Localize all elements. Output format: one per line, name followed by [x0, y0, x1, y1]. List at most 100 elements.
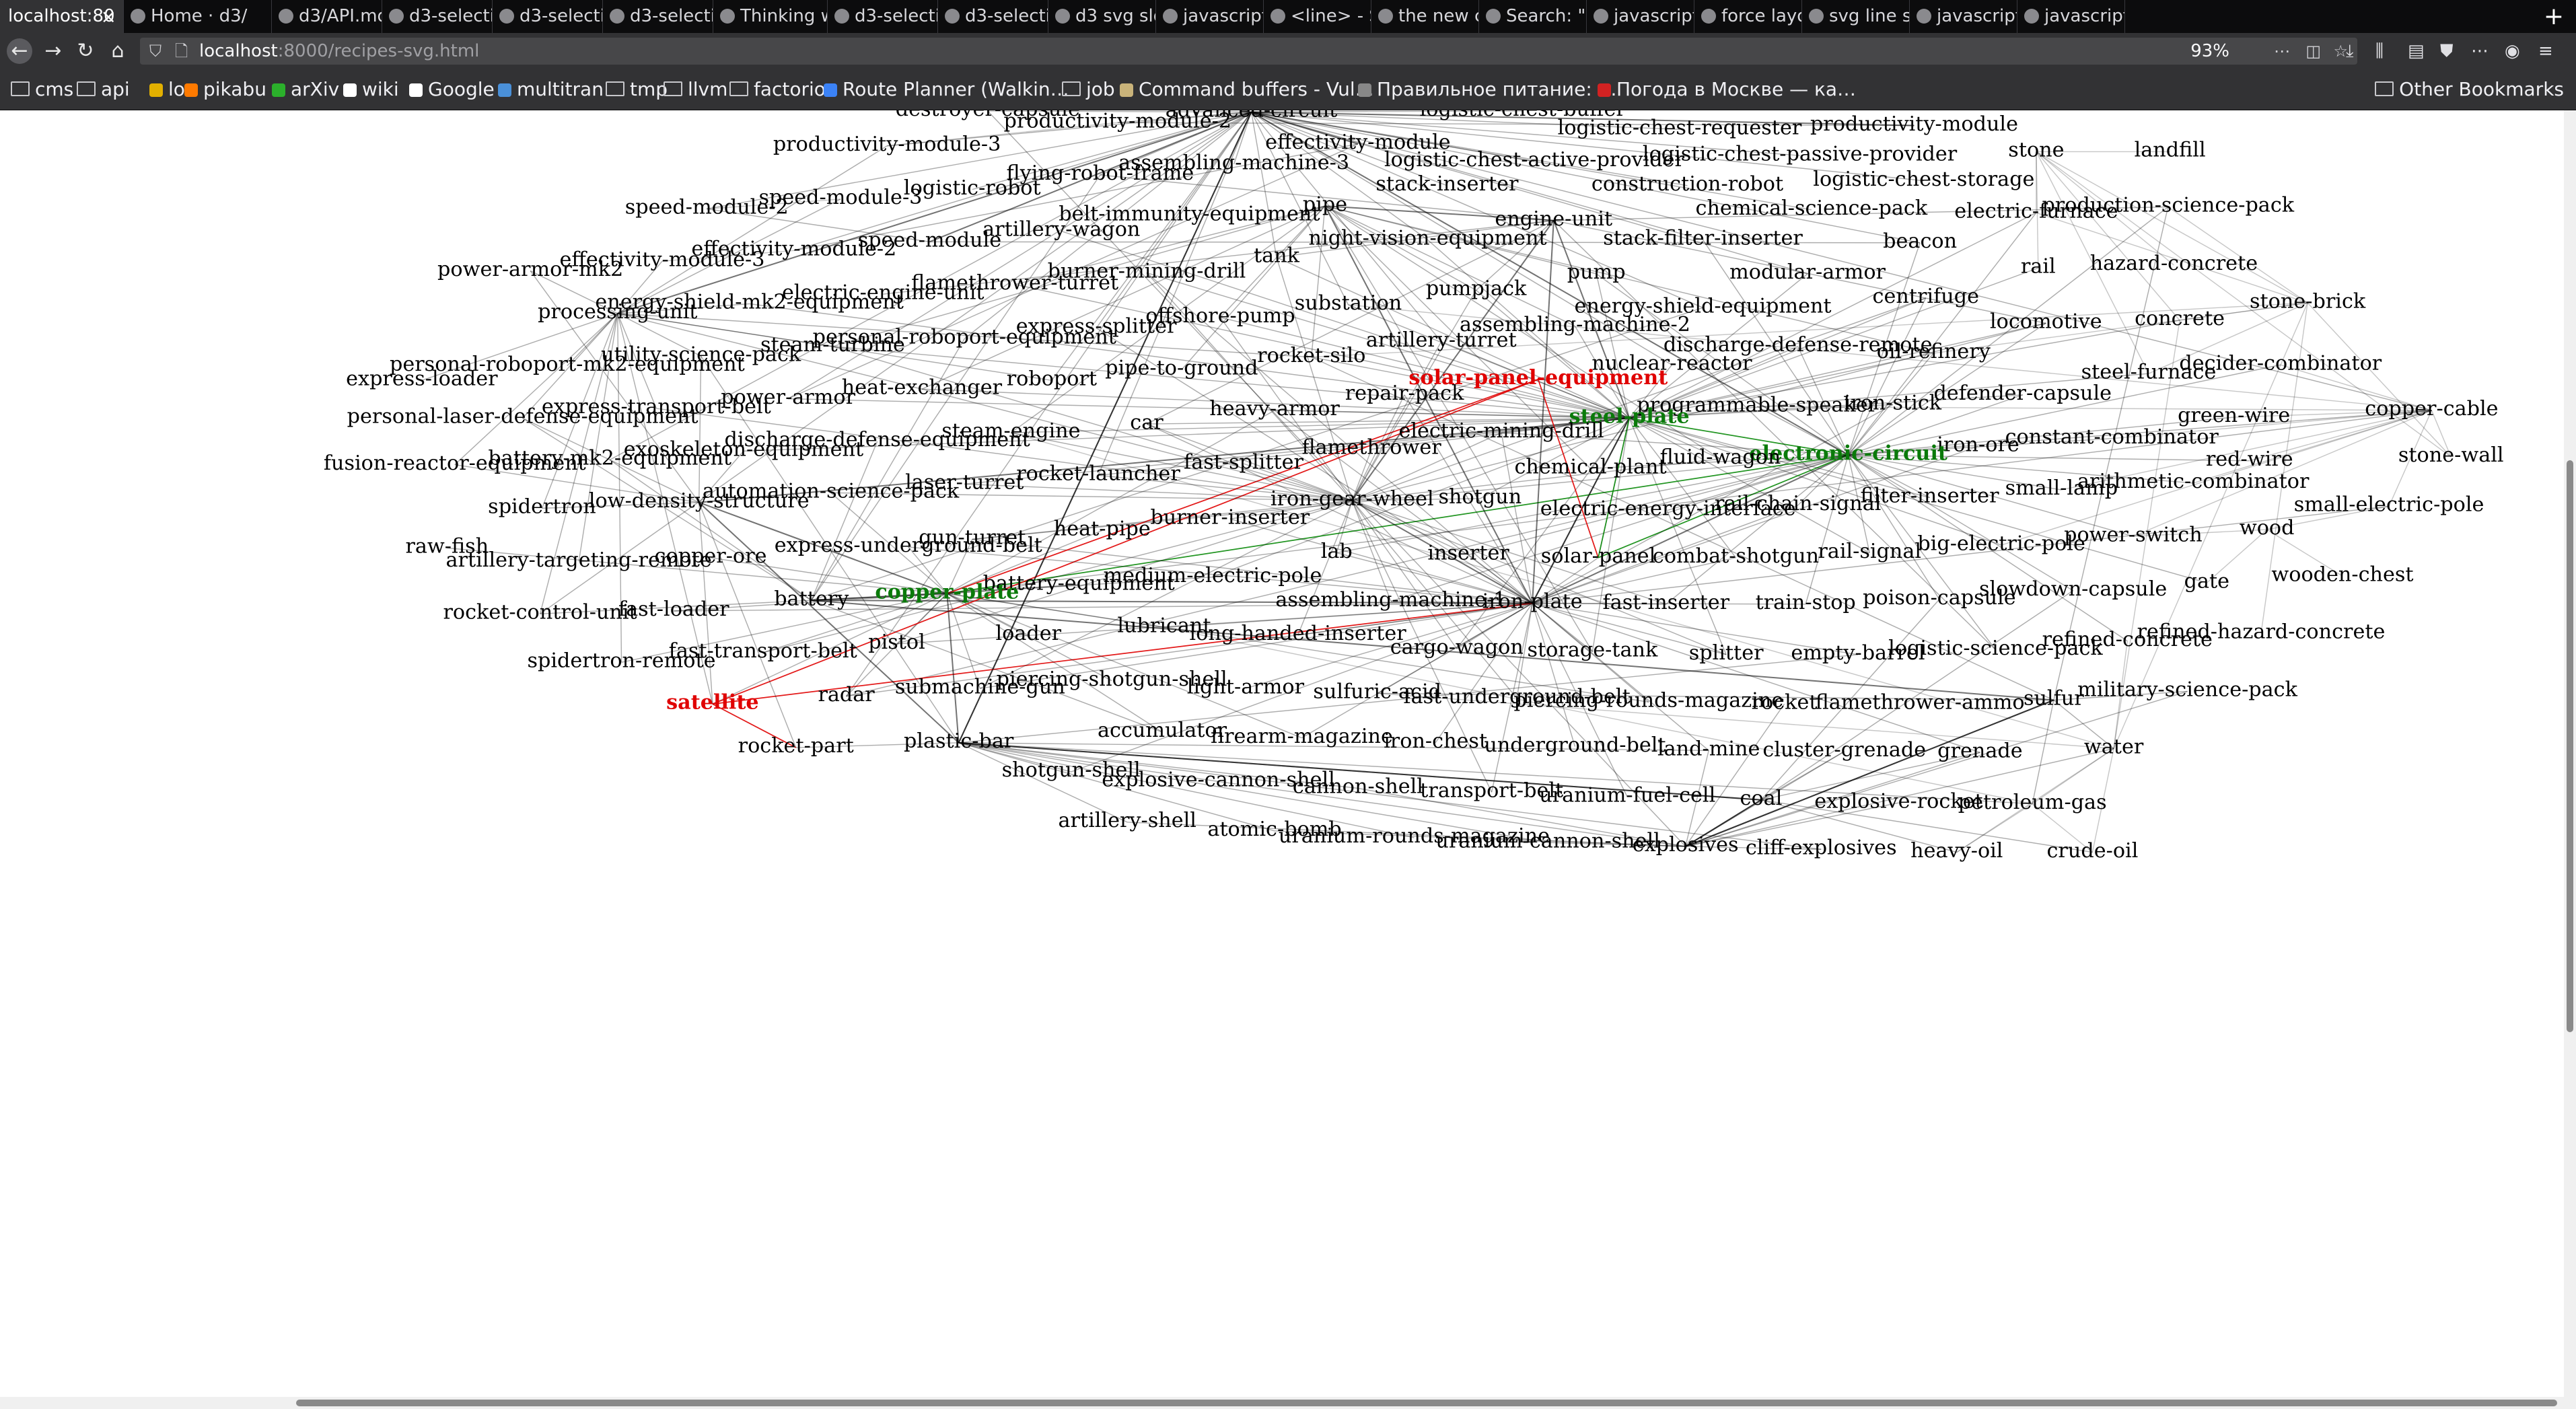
node-label-stone-wall[interactable]: stone-wall	[2398, 443, 2504, 467]
node-label-train-stop[interactable]: train-stop	[1756, 591, 1856, 614]
node-label-heavy-armor[interactable]: heavy-armor	[1209, 397, 1340, 421]
horizontal-scroll-thumb[interactable]	[296, 1400, 2557, 1406]
node-label-empty-barrel[interactable]: empty-barrel	[1791, 641, 1925, 665]
node-label-stack-filter-inserter[interactable]: stack-filter-inserter	[1603, 227, 1803, 250]
account-icon[interactable]: ◉	[2505, 41, 2520, 61]
node-label-rocket-part[interactable]: rocket-part	[738, 734, 854, 758]
node-label-filter-inserter[interactable]: filter-inserter	[1860, 484, 1999, 508]
node-label-iron-stick[interactable]: iron-stick	[1844, 391, 1941, 414]
node-label-fast-splitter[interactable]: fast-splitter	[1184, 450, 1303, 474]
vertical-scrollbar[interactable]	[2564, 110, 2576, 1397]
library-icon[interactable]: ⫼	[2375, 41, 2384, 61]
tab[interactable]: the new co	[1371, 0, 1479, 33]
tab[interactable]: d3/API.md	[272, 0, 382, 33]
tab[interactable]: localhost:80 ×	[0, 0, 124, 33]
node-label-car[interactable]: car	[1130, 410, 1164, 434]
vertical-scroll-thumb[interactable]	[2567, 460, 2573, 1032]
node-label-sulfur[interactable]: sulfur	[2024, 687, 2084, 711]
node-label-productivity-module-3[interactable]: productivity-module-3	[773, 133, 1001, 156]
node-label-productivity-module-2[interactable]: productivity-module-2	[1004, 110, 1232, 133]
node-label-low-density-structure[interactable]: low-density-structure	[589, 489, 810, 513]
tab[interactable]: javascript -	[1587, 0, 1694, 33]
node-label-construction-robot[interactable]: construction-robot	[1591, 172, 1783, 196]
node-label-uranium-fuel-cell[interactable]: uranium-fuel-cell	[1539, 784, 1715, 807]
node-label-landfill[interactable]: landfill	[2135, 139, 2206, 162]
page-actions-icon[interactable]: ⋯	[2274, 38, 2290, 65]
node-label-roboport[interactable]: roboport	[1007, 367, 1097, 390]
bookmark-item[interactable]: Погода в Москве — ка…	[1598, 69, 1856, 110]
node-label-processing-unit[interactable]: processing-unit	[538, 300, 697, 324]
node-label-grenade[interactable]: grenade	[1937, 739, 2022, 762]
shield-icon[interactable]: ⛉	[149, 38, 162, 65]
node-label-stone[interactable]: stone	[2008, 139, 2064, 162]
node-label-speed-module-2[interactable]: speed-module-2	[625, 196, 789, 219]
bookmark-item[interactable]: pikabu	[184, 69, 266, 110]
node-label-artillery-turret[interactable]: artillery-turret	[1366, 328, 1517, 352]
forward-arrow-icon[interactable]: →	[40, 38, 66, 64]
node-label-light-armor[interactable]: light-armor	[1187, 675, 1305, 698]
node-label-logistic-robot[interactable]: logistic-robot	[904, 176, 1041, 200]
tab[interactable]: force layou	[1694, 0, 1802, 33]
node-label-cliff-explosives[interactable]: cliff-explosives	[1746, 836, 1897, 859]
bookmark-folder[interactable]: cms	[11, 69, 73, 110]
node-label-water[interactable]: water	[2084, 735, 2144, 759]
node-label-beacon[interactable]: beacon	[1883, 229, 1957, 253]
node-label-accumulator[interactable]: accumulator	[1098, 719, 1227, 742]
node-label-pump[interactable]: pump	[1567, 260, 1626, 284]
horizontal-scrollbar[interactable]	[0, 1397, 2576, 1409]
node-label-fast-inserter[interactable]: fast-inserter	[1603, 591, 1730, 614]
bookmark-item[interactable]: arXiv	[272, 69, 339, 110]
tab[interactable]: javascript s	[1910, 0, 2017, 33]
node-label-pistol[interactable]: pistol	[868, 630, 925, 654]
node-label-radar[interactable]: radar	[818, 683, 875, 707]
tab[interactable]: Search: "ar	[1479, 0, 1587, 33]
bookmark-item[interactable]: Route Planner (Walkin…	[824, 69, 1069, 110]
node-label-iron-chest[interactable]: iron-chest	[1384, 729, 1487, 753]
node-label-logistic-chest-requester[interactable]: logistic-chest-requester	[1558, 116, 1802, 140]
node-label-burner-inserter[interactable]: burner-inserter	[1150, 505, 1310, 529]
node-label-spidertron-remote[interactable]: spidertron-remote	[528, 649, 716, 673]
node-label-fusion-reactor-equipment[interactable]: fusion-reactor-equipment	[324, 451, 586, 475]
node-label-rocket[interactable]: rocket	[1752, 690, 1818, 714]
node-label-modular-armor[interactable]: modular-armor	[1729, 260, 1886, 284]
back-arrow-icon[interactable]: ←	[7, 38, 32, 64]
node-label-spidertron[interactable]: spidertron	[488, 495, 596, 519]
node-label-cannon-shell[interactable]: cannon-shell	[1293, 775, 1423, 799]
node-label-small-lamp[interactable]: small-lamp	[2005, 476, 2118, 500]
tab[interactable]: d3-selectio	[493, 0, 603, 33]
node-label-stone-brick[interactable]: stone-brick	[2250, 289, 2366, 313]
node-label-copper-cable[interactable]: copper-cable	[2365, 397, 2498, 421]
bookmark-item[interactable]: Правильное питание: …	[1358, 69, 1617, 110]
node-label-firearm-magazine[interactable]: firearm-magazine	[1211, 725, 1393, 748]
node-label-long-handed-inserter[interactable]: long-handed-inserter	[1190, 622, 1407, 645]
node-label-land-mine[interactable]: land-mine	[1657, 737, 1760, 761]
node-label-express-loader[interactable]: express-loader	[346, 367, 498, 390]
node-label-battery[interactable]: battery	[774, 587, 849, 610]
node-label-logistic-chest-active-provider[interactable]: logistic-chest-active-provider	[1384, 148, 1685, 172]
node-label-uranium-cannon-shell[interactable]: uranium-cannon-shell	[1435, 829, 1659, 853]
tab[interactable]: d3 svg slow	[1048, 0, 1156, 33]
tab[interactable]: Thinking with	[713, 0, 828, 33]
node-label-explosives[interactable]: explosives	[1633, 833, 1739, 857]
tab[interactable]: d3-selectio	[382, 0, 493, 33]
ublock-icon[interactable]: ⛊	[2440, 41, 2454, 61]
node-label-cargo-wagon[interactable]: cargo-wagon	[1390, 635, 1524, 659]
node-label-steel-furnace[interactable]: steel-furnace	[2081, 360, 2217, 384]
home-icon[interactable]: ⌂	[105, 38, 131, 64]
reload-icon[interactable]: ↻	[73, 38, 98, 64]
bookmark-folder[interactable]: job	[1062, 69, 1115, 110]
node-label-underground-belt[interactable]: underground-belt	[1484, 733, 1666, 757]
bookmark-folder[interactable]: tmp	[606, 69, 668, 110]
node-label-electric-furnace[interactable]: electric-furnace	[1954, 199, 2118, 223]
node-label-iron-plate[interactable]: iron-plate	[1482, 590, 1583, 614]
node-label-stack-inserter[interactable]: stack-inserter	[1375, 172, 1519, 196]
node-label-concrete[interactable]: concrete	[2135, 307, 2225, 330]
node-label-substation[interactable]: substation	[1295, 291, 1402, 315]
other-bookmarks-folder[interactable]: Other Bookmarks	[2375, 69, 2564, 110]
bookmark-item[interactable]: wiki	[343, 69, 399, 110]
node-label-rocket-silo[interactable]: rocket-silo	[1257, 344, 1365, 367]
node-label-logistic-chest-storage[interactable]: logistic-chest-storage	[1813, 168, 2034, 191]
bookmark-folder[interactable]: llvm	[664, 69, 727, 110]
node-label-rocket-launcher[interactable]: rocket-launcher	[1016, 462, 1180, 486]
tab[interactable]: Home · d3/	[124, 0, 272, 33]
